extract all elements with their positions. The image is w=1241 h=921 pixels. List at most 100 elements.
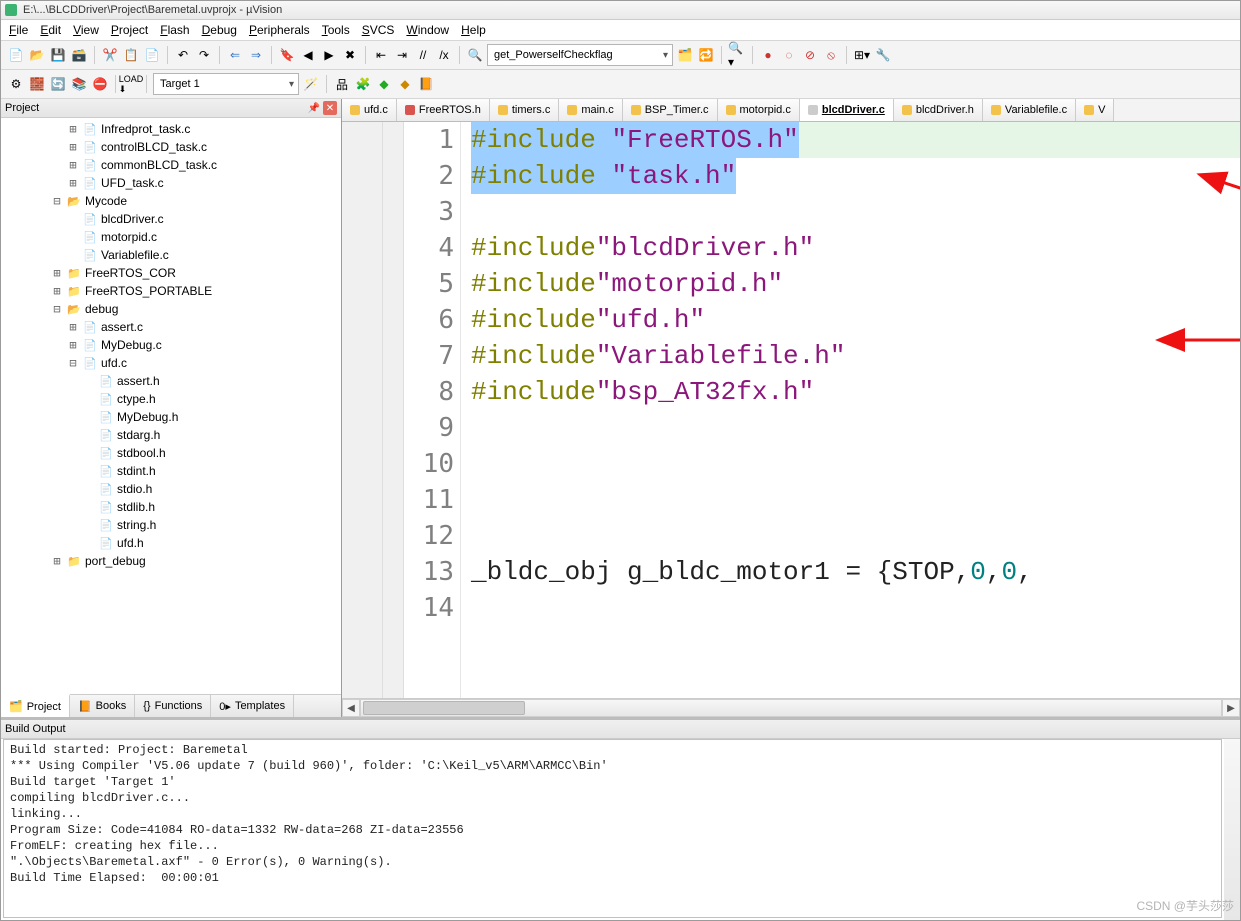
tree-item[interactable]: Variablefile.c [3,246,339,264]
tree-item[interactable]: assert.h [3,372,339,390]
nav-fwd-icon[interactable]: ⇒ [247,46,265,64]
tree-item[interactable]: motorpid.c [3,228,339,246]
bookmark-clear-icon[interactable]: ✖ [341,46,359,64]
pane-tab-templates[interactable]: 0▸Templates [211,695,294,717]
target-combo[interactable]: Target 1 [153,73,299,95]
editor-tab[interactable]: FreeRTOS.h [397,99,490,121]
pack-installer-icon[interactable]: ◆ [396,75,414,93]
tree-twisty-icon[interactable]: ⊞ [67,320,79,334]
copy-icon[interactable]: 📋 [122,46,140,64]
bp-kill-icon[interactable]: ⊘ [801,46,819,64]
pane-tab-project[interactable]: 🗂️Project [1,694,70,717]
batch-build-icon[interactable]: 📚 [70,75,88,93]
redo-icon[interactable]: ↷ [195,46,213,64]
tree-item[interactable]: ⊟Mycode [3,192,339,210]
tree-item[interactable]: blcdDriver.c [3,210,339,228]
tree-item[interactable]: ⊞FreeRTOS_COR [3,264,339,282]
close-icon[interactable]: ✕ [323,101,337,115]
editor-tab[interactable]: timers.c [490,99,560,121]
bookmark-prev-icon[interactable]: ◀ [299,46,317,64]
save-all-icon[interactable]: 🗃️ [70,46,88,64]
nav-back-icon[interactable]: ⇐ [226,46,244,64]
menu-window[interactable]: Window [406,23,449,37]
bookmark-next-icon[interactable]: ▶ [320,46,338,64]
rebuild-icon[interactable]: 🔄 [49,75,67,93]
code-editor[interactable]: 1234567891011121314 #include "FreeRTOS.h… [342,122,1240,698]
new-file-icon[interactable]: 📄 [7,46,25,64]
tree-item[interactable]: ⊞assert.c [3,318,339,336]
tree-twisty-icon[interactable]: ⊞ [67,176,79,190]
tree-item[interactable]: ⊟ufd.c [3,354,339,372]
tree-twisty-icon[interactable]: ⊞ [67,158,79,172]
editor-tab[interactable]: ufd.c [342,99,397,121]
open-file-icon[interactable]: 📂 [28,46,46,64]
menu-flash[interactable]: Flash [160,23,189,37]
menu-tools[interactable]: Tools [322,23,350,37]
tree-twisty-icon[interactable]: ⊟ [67,356,79,370]
manage-rte-icon[interactable]: 🧩 [354,75,372,93]
menu-file[interactable]: File [9,23,28,37]
uncomment-icon[interactable]: /x [435,46,453,64]
build-icon[interactable]: 🧱 [28,75,46,93]
menu-help[interactable]: Help [461,23,486,37]
editor-tab[interactable]: BSP_Timer.c [623,99,718,121]
editor-tabs[interactable]: ufd.cFreeRTOS.htimers.cmain.cBSP_Timer.c… [342,99,1240,122]
menu-view[interactable]: View [73,23,99,37]
tree-twisty-icon[interactable]: ⊞ [67,122,79,136]
tree-item[interactable]: MyDebug.h [3,408,339,426]
tree-item[interactable]: ⊞Infredprot_task.c [3,120,339,138]
editor-tab[interactable]: motorpid.c [718,99,800,121]
project-pane-tabs[interactable]: 🗂️Project📙Books{}Functions0▸Templates [1,694,341,717]
tree-twisty-icon[interactable]: ⊞ [51,554,63,568]
tree-item[interactable]: ⊞FreeRTOS_PORTABLE [3,282,339,300]
tree-item[interactable]: ⊞port_debug [3,552,339,570]
configure-icon[interactable]: 🔧 [874,46,892,64]
window-layout-icon[interactable]: ⊞▾ [853,46,871,64]
target-options-icon[interactable]: 🪄 [302,75,320,93]
editor-tab[interactable]: blcdDriver.c [800,99,894,121]
books-icon[interactable]: 📙 [417,75,435,93]
pane-tab-functions[interactable]: {}Functions [135,695,211,717]
select-pack-icon[interactable]: ◆ [375,75,393,93]
tree-twisty-icon[interactable]: ⊞ [51,266,63,280]
menu-bar[interactable]: FileEditViewProjectFlashDebugPeripherals… [1,20,1240,41]
tree-item[interactable]: stdint.h [3,462,339,480]
scroll-left-icon[interactable]: ◀ [342,699,360,717]
pane-tab-books[interactable]: 📙Books [70,695,135,717]
editor-tab[interactable]: main.c [559,99,622,121]
menu-edit[interactable]: Edit [40,23,61,37]
bp-disable-icon[interactable]: ◌ [780,46,798,64]
bp-killall-icon[interactable]: ⦸ [822,46,840,64]
editor-tab[interactable]: V [1076,99,1114,121]
replace-icon[interactable]: 🔁 [697,46,715,64]
marker-margin[interactable] [383,122,404,698]
debug-start-icon[interactable]: 🔍▾ [728,46,746,64]
hscroll-track[interactable] [360,699,1222,717]
undo-icon[interactable]: ↶ [174,46,192,64]
bookmark-margin[interactable] [342,122,383,698]
paste-icon[interactable]: 📄 [143,46,161,64]
scroll-right-icon[interactable]: ▶ [1222,699,1240,717]
tree-twisty-icon[interactable]: ⊟ [51,194,63,208]
cut-icon[interactable]: ✂️ [101,46,119,64]
editor-tab[interactable]: Variablefile.c [983,99,1076,121]
find-combo[interactable]: get_PowerselfCheckflag [487,44,673,66]
save-icon[interactable]: 💾 [49,46,67,64]
translate-icon[interactable]: ⚙ [7,75,25,93]
tree-item[interactable]: ⊞commonBLCD_task.c [3,156,339,174]
comment-icon[interactable]: // [414,46,432,64]
tree-twisty-icon[interactable]: ⊞ [51,284,63,298]
bookmark-icon[interactable]: 🔖 [278,46,296,64]
tree-item[interactable]: ufd.h [3,534,339,552]
menu-peripherals[interactable]: Peripherals [249,23,310,37]
tree-twisty-icon[interactable]: ⊟ [51,302,63,316]
code-body[interactable]: #include "FreeRTOS.h"#include "task.h" #… [461,122,1240,698]
tree-item[interactable]: stdbool.h [3,444,339,462]
tree-item[interactable]: ⊞controlBLCD_task.c [3,138,339,156]
editor-hscroll[interactable]: ◀ ▶ [342,698,1240,717]
indent-out-icon[interactable]: ⇤ [372,46,390,64]
find-icon[interactable]: 🔍 [466,46,484,64]
output-vscroll[interactable] [1224,739,1240,920]
menu-project[interactable]: Project [111,23,148,37]
tree-item[interactable]: ⊞MyDebug.c [3,336,339,354]
